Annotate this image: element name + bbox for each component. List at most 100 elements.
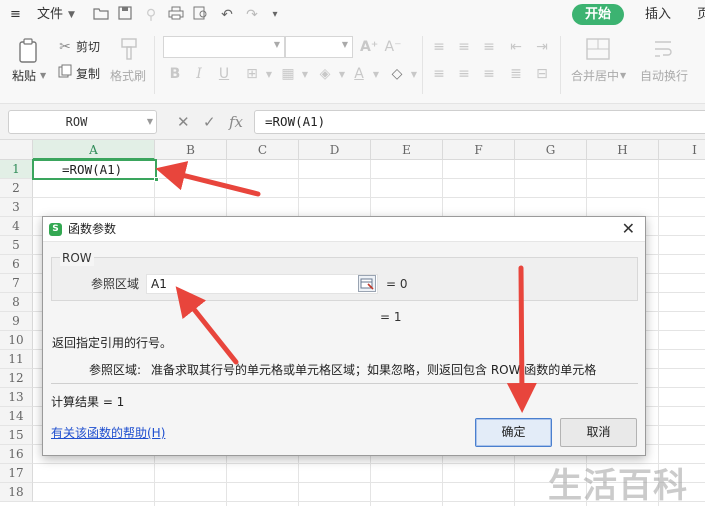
help-link[interactable]: 有关该函数的帮助(H) <box>51 425 165 441</box>
format-painter-button[interactable]: 格式刷 <box>110 68 146 84</box>
redo-icon[interactable]: ↷ <box>243 6 261 24</box>
align-left-icon[interactable]: ≡ <box>430 65 448 83</box>
row-header-12[interactable]: 12 <box>0 369 33 388</box>
merge-center-button[interactable]: 合并居中 <box>571 68 619 84</box>
wrap-text-button[interactable]: 自动换行 <box>640 68 688 84</box>
decrease-font-icon[interactable]: A⁻ <box>384 38 402 56</box>
bold-icon[interactable]: B <box>166 65 184 83</box>
cut-button[interactable]: 剪切 <box>76 39 100 55</box>
column-header-b[interactable]: B <box>155 140 227 160</box>
reference-input[interactable]: A1 <box>146 274 378 294</box>
column-header-a[interactable]: A <box>33 140 155 160</box>
row-header-16[interactable]: 16 <box>0 445 33 464</box>
collapse-dialog-icon[interactable] <box>358 275 376 292</box>
cancel-icon[interactable]: ✕ <box>177 113 190 131</box>
row-header-7[interactable]: 7 <box>0 274 33 293</box>
column-header-d[interactable]: D <box>299 140 371 160</box>
row-header-2[interactable]: 2 <box>0 179 33 198</box>
chevron-down-icon[interactable]: ▼ <box>296 66 314 84</box>
copy-button[interactable]: 复制 <box>76 66 100 82</box>
row-header-8[interactable]: 8 <box>0 293 33 312</box>
dialog-titlebar[interactable]: S 函数参数 ✕ <box>43 217 645 242</box>
font-name-select[interactable]: ▼ <box>163 36 285 58</box>
align-middle-icon[interactable]: ≡ <box>455 38 473 56</box>
row-header-6[interactable]: 6 <box>0 255 33 274</box>
row-header-3[interactable]: 3 <box>0 198 33 217</box>
hamburger-icon[interactable]: ≡ <box>10 0 21 30</box>
chevron-down-icon[interactable]: ▼ <box>40 68 46 84</box>
chevron-down-icon[interactable]: ▼ <box>147 117 153 126</box>
column-header-h[interactable]: H <box>587 140 659 160</box>
font-size-select[interactable]: ▼ <box>285 36 353 58</box>
distributed-icon[interactable]: ⊟ <box>533 65 551 83</box>
chevron-down-icon[interactable]: ▼ <box>405 66 423 84</box>
decrease-indent-icon[interactable]: ⇤ <box>507 38 525 56</box>
row-header-15[interactable]: 15 <box>0 426 33 445</box>
fill-handle[interactable] <box>154 177 159 182</box>
borders-icon[interactable]: ⊞ <box>243 65 261 83</box>
align-center-icon[interactable]: ≡ <box>455 65 473 83</box>
select-all-corner[interactable] <box>0 140 33 160</box>
confirm-icon[interactable]: ✓ <box>203 113 216 131</box>
tab-insert[interactable]: 插入 <box>645 0 671 30</box>
tab-start[interactable]: 开始 <box>572 4 624 25</box>
row-header-17[interactable]: 17 <box>0 464 33 483</box>
wrap-text-icon[interactable] <box>652 38 676 62</box>
print-preview-icon[interactable] <box>192 6 210 24</box>
row-header-1[interactable]: 1 <box>0 160 33 179</box>
format-painter-icon[interactable]: ⚲ <box>142 6 160 24</box>
paste-button[interactable]: 粘贴 <box>12 68 36 84</box>
row-header-11[interactable]: 11 <box>0 350 33 369</box>
italic-icon[interactable]: I <box>190 65 208 83</box>
row-header-18[interactable]: 18 <box>0 483 33 502</box>
active-cell-a1[interactable]: =ROW(A1) <box>32 159 159 182</box>
row-header-10[interactable]: 10 <box>0 331 33 350</box>
close-icon[interactable]: ✕ <box>622 220 635 238</box>
chevron-down-icon[interactable]: ▼ <box>260 66 278 84</box>
column-header-g[interactable]: G <box>515 140 587 160</box>
undo-icon[interactable]: ↶ <box>218 6 236 24</box>
paste-icon[interactable] <box>17 38 41 64</box>
font-color-icon[interactable]: A <box>350 65 368 83</box>
chevron-down-icon[interactable]: ▼ <box>620 68 626 84</box>
chevron-down-icon[interactable]: ▼ <box>333 66 351 84</box>
align-right-icon[interactable]: ≡ <box>480 65 498 83</box>
column-header-e[interactable]: E <box>371 140 443 160</box>
align-bottom-icon[interactable]: ≡ <box>480 38 498 56</box>
justify-icon[interactable]: ≣ <box>507 65 525 83</box>
column-header-f[interactable]: F <box>443 140 515 160</box>
column-header-c[interactable]: C <box>227 140 299 160</box>
ok-button[interactable]: 确定 <box>475 418 552 447</box>
format-painter-icon[interactable] <box>118 38 140 62</box>
customize-icon[interactable]: ▾ <box>266 6 284 24</box>
save-icon[interactable] <box>116 6 134 24</box>
chevron-down-icon[interactable]: ▼ <box>68 0 75 30</box>
formula-input[interactable]: =ROW(A1) <box>254 110 705 134</box>
row-header-5[interactable]: 5 <box>0 236 33 255</box>
underline-icon[interactable]: U <box>215 65 233 83</box>
fill-color-icon[interactable]: ◈ <box>316 65 334 83</box>
formula-text: =ROW(A1) <box>265 114 326 129</box>
row-header-9[interactable]: 9 <box>0 312 33 331</box>
function-description: 返回指定引用的行号。 <box>52 336 173 350</box>
open-folder-icon[interactable] <box>92 6 110 24</box>
merge-center-icon[interactable] <box>586 38 610 62</box>
name-box[interactable]: ROW ▼ <box>8 110 157 134</box>
cell-style-icon[interactable]: ▦ <box>279 65 297 83</box>
print-icon[interactable] <box>167 6 185 24</box>
cancel-button[interactable]: 取消 <box>560 418 637 447</box>
row-header-4[interactable]: 4 <box>0 217 33 236</box>
row-header-13[interactable]: 13 <box>0 388 33 407</box>
increase-font-icon[interactable]: A⁺ <box>360 38 378 56</box>
tab-page-layout[interactable]: 页 <box>697 0 705 30</box>
column-header-i[interactable]: I <box>659 140 705 160</box>
copy-icon[interactable] <box>56 64 74 82</box>
clear-format-icon[interactable]: ◇ <box>388 65 406 83</box>
row-header-14[interactable]: 14 <box>0 407 33 426</box>
file-menu[interactable]: 文件 <box>37 0 63 30</box>
chevron-down-icon[interactable]: ▼ <box>367 66 385 84</box>
align-top-icon[interactable]: ≡ <box>430 38 448 56</box>
increase-indent-icon[interactable]: ⇥ <box>533 38 551 56</box>
insert-function-icon[interactable]: fx <box>229 113 243 131</box>
scissors-icon[interactable]: ✂ <box>56 38 74 56</box>
